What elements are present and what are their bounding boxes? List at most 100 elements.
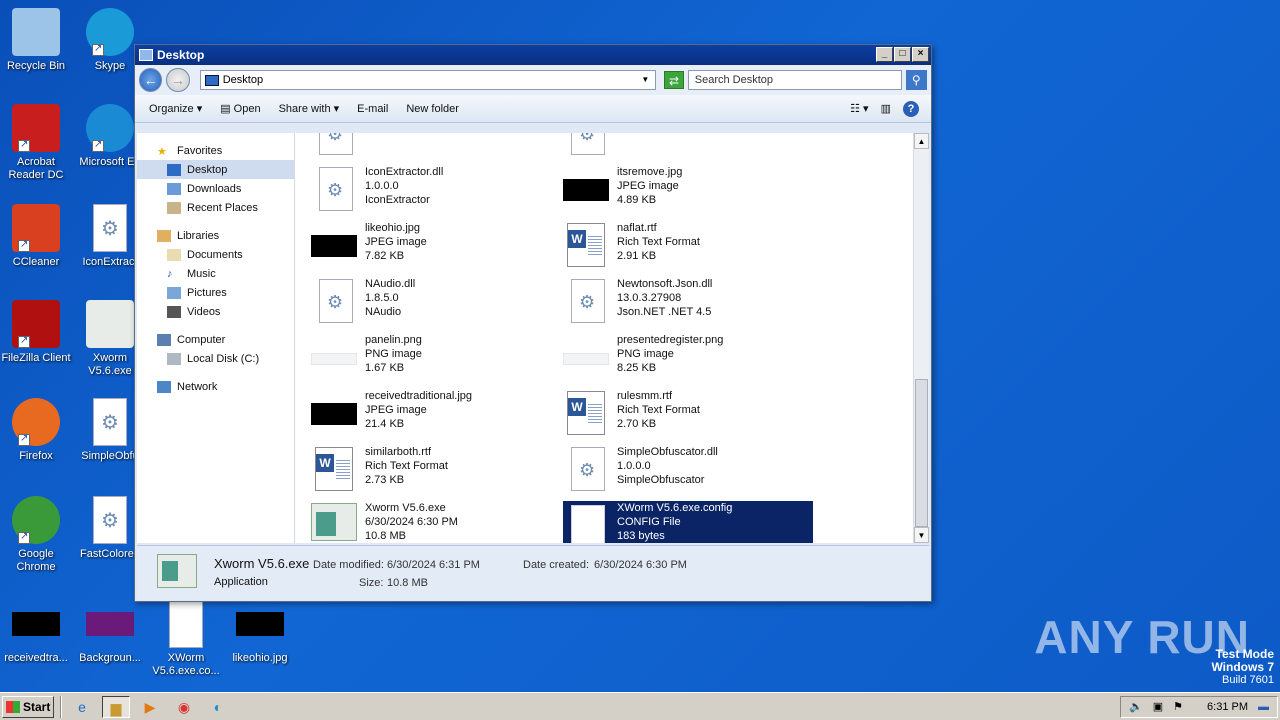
explorer-window[interactable]: Desktop _ □ × ← → Desktop ▼ ⇄ Search Des… bbox=[134, 44, 932, 602]
file-name: SimpleObfuscator.dll bbox=[617, 446, 718, 458]
file-item[interactable]: presentedregister.png PNG image 8.25 KB bbox=[563, 333, 813, 387]
file-item[interactable]: naflat.rtf Rich Text Format 2.91 KB bbox=[563, 221, 813, 275]
file-item[interactable]: GMap.NET.WindowsForms bbox=[311, 133, 561, 163]
firefox-icon bbox=[12, 398, 60, 446]
nav-desktop[interactable]: Desktop bbox=[137, 160, 294, 179]
app-exe-icon bbox=[157, 554, 197, 588]
network-tray-icon[interactable]: ▣ bbox=[1153, 700, 1163, 713]
file-item[interactable]: NAudio.dll 1.8.5.0 NAudio bbox=[311, 277, 561, 331]
edge-taskbar-icon[interactable]: ◐ bbox=[204, 696, 232, 718]
nav-videos[interactable]: Videos bbox=[137, 302, 294, 321]
open-button[interactable]: ▤ Open bbox=[220, 102, 260, 115]
desktop-icon-10[interactable]: Google Chrome bbox=[0, 496, 72, 574]
address-text: Desktop bbox=[222, 74, 264, 86]
shortcut-arrow-icon bbox=[18, 530, 30, 544]
file-detail: 1.0.0.0 bbox=[365, 180, 399, 192]
file-item[interactable]: Newtonsoft.Json.dll 13.0.3.27908 Json.NET … bbox=[563, 277, 813, 331]
shortcut-arrow-icon bbox=[18, 432, 30, 446]
file-item[interactable]: SimpleObfuscator.dll 1.0.0.0 SimpleObfusca… bbox=[563, 445, 813, 499]
chrome-taskbar-icon[interactable]: ◉ bbox=[170, 696, 198, 718]
taskbar: Start e ▆ ▶ ◉ ◐ 🔈 ▣ ⚑ 6:31 PM ▬ bbox=[0, 692, 1280, 720]
file-detail: 2.70 KB bbox=[617, 418, 657, 430]
blank-file-icon bbox=[169, 600, 203, 648]
file-detail: PNG image bbox=[365, 348, 422, 360]
preview-pane-icon[interactable]: ▥ bbox=[881, 102, 891, 115]
file-item[interactable]: similarboth.rtf Rich Text Format 2.73 KB bbox=[311, 445, 561, 499]
back-button[interactable]: ← bbox=[139, 68, 163, 92]
vertical-scrollbar[interactable]: ▲ ▼ bbox=[913, 133, 929, 543]
title-bar[interactable]: Desktop _ □ × bbox=[135, 45, 931, 65]
jpg-icon bbox=[236, 600, 284, 648]
view-options-icon[interactable]: ☷ ▾ bbox=[850, 102, 868, 115]
volume-icon[interactable]: 🔈 bbox=[1129, 700, 1143, 713]
search-icon[interactable]: ⚲ bbox=[905, 70, 927, 90]
filezilla-icon bbox=[12, 300, 60, 348]
new-folder-button[interactable]: New folder bbox=[406, 103, 459, 115]
file-item[interactable]: IconExtractor.dll 1.0.0.0 IconExtractor bbox=[311, 165, 561, 219]
search-input[interactable]: Search Desktop bbox=[687, 70, 902, 90]
media-player-taskbar-icon[interactable]: ▶ bbox=[136, 696, 164, 718]
file-name: itsremove.jpg bbox=[617, 166, 683, 178]
file-item[interactable]: itsremove.jpg JPEG image 4.89 KB bbox=[563, 165, 813, 219]
file-name: panelin.png bbox=[365, 334, 422, 346]
file-item[interactable]: XWorm V5.6.exe.config CONFIG File 183 byte… bbox=[563, 501, 813, 543]
start-button[interactable]: Start bbox=[2, 695, 54, 718]
desktop-icon-label: Recycle Bin bbox=[6, 60, 66, 72]
address-bar[interactable]: Desktop ▼ bbox=[199, 70, 657, 90]
scroll-down-arrow[interactable]: ▼ bbox=[914, 527, 929, 543]
file-detail: 8.25 KB bbox=[617, 362, 657, 374]
file-name: naflat.rtf bbox=[617, 222, 657, 234]
file-item[interactable]: likeohio.jpg JPEG image 7.82 KB bbox=[311, 221, 561, 275]
close-button[interactable]: × bbox=[912, 47, 929, 62]
desktop-icon-6[interactable]: FileZilla Client bbox=[0, 300, 72, 365]
desktop-icon-0[interactable]: Recycle Bin bbox=[0, 8, 72, 73]
ccleaner-icon bbox=[12, 204, 60, 252]
file-item[interactable]: Guna.UI2 bbox=[563, 133, 813, 163]
nav-favorites[interactable]: ★ Favorites bbox=[137, 141, 294, 160]
email-button[interactable]: E-mail bbox=[357, 103, 388, 115]
clock[interactable]: 6:31 PM bbox=[1207, 701, 1248, 713]
forward-button[interactable]: → bbox=[166, 68, 190, 92]
file-name: receivedtraditional.jpg bbox=[365, 390, 473, 402]
desktop-icon-4[interactable]: CCleaner bbox=[0, 204, 72, 269]
share-with-button[interactable]: Share with ▾ bbox=[279, 102, 340, 115]
nav-computer[interactable]: Computer bbox=[137, 330, 294, 349]
file-item[interactable]: panelin.png PNG image 1.67 KB bbox=[311, 333, 561, 387]
file-item[interactable]: receivedtraditional.jpg JPEG image 21.4 KB bbox=[311, 389, 561, 443]
nav-pictures[interactable]: Pictures bbox=[137, 283, 294, 302]
nav-downloads[interactable]: Downloads bbox=[137, 179, 294, 198]
file-item[interactable]: Xworm V5.6.exe 6/30/2024 6:30 PM 10.8 MB bbox=[311, 501, 561, 543]
desktop-icon-8[interactable]: Firefox bbox=[0, 398, 72, 463]
desktop-icon-15[interactable]: likeohio.jpg bbox=[224, 600, 296, 665]
maximize-button[interactable]: □ bbox=[894, 47, 911, 62]
help-icon[interactable]: ? bbox=[903, 100, 919, 117]
desktop-icon-12[interactable]: receivedtra... bbox=[0, 600, 72, 665]
nav-libraries[interactable]: Libraries bbox=[137, 226, 294, 245]
scroll-up-arrow[interactable]: ▲ bbox=[914, 133, 929, 149]
scroll-thumb[interactable] bbox=[915, 379, 928, 527]
nav-music[interactable]: ♪ Music bbox=[137, 264, 294, 283]
action-center-flag-icon[interactable]: ⚑ bbox=[1173, 700, 1183, 713]
desktop-icon-2[interactable]: Acrobat Reader DC bbox=[0, 104, 72, 182]
nav-recent-places[interactable]: Recent Places bbox=[137, 198, 294, 217]
ie-taskbar-icon[interactable]: e bbox=[68, 696, 96, 718]
refresh-button[interactable]: ⇄ bbox=[664, 71, 684, 89]
desktop-icon-13[interactable]: Backgroun... bbox=[74, 600, 146, 665]
nav-network[interactable]: Network bbox=[137, 377, 294, 396]
file-detail: 1.67 KB bbox=[365, 362, 405, 374]
nav-documents[interactable]: Documents bbox=[137, 245, 294, 264]
gear-file-icon bbox=[311, 277, 361, 327]
chevron-down-icon[interactable]: ▼ bbox=[641, 75, 649, 84]
file-detail: 1.8.5.0 bbox=[365, 292, 399, 304]
file-detail: 13.0.3.27908 bbox=[617, 292, 682, 304]
desktop-icon-label: FileZilla Client bbox=[1, 352, 71, 364]
nav-local-disk[interactable]: Local Disk (C:) bbox=[137, 349, 294, 368]
windows-flag-icon bbox=[6, 700, 20, 713]
organize-button[interactable]: Organize ▾ bbox=[149, 102, 202, 115]
minimize-button[interactable]: _ bbox=[876, 47, 893, 62]
desktop-icon-14[interactable]: XWorm V5.6.exe.co... bbox=[150, 600, 222, 678]
file-item[interactable]: rulesmm.rtf Rich Text Format 2.70 KB bbox=[563, 389, 813, 443]
explorer-taskbar-icon[interactable]: ▆ bbox=[102, 695, 130, 718]
libraries-icon bbox=[157, 229, 171, 242]
show-desktop-icon[interactable]: ▬ bbox=[1258, 701, 1269, 713]
